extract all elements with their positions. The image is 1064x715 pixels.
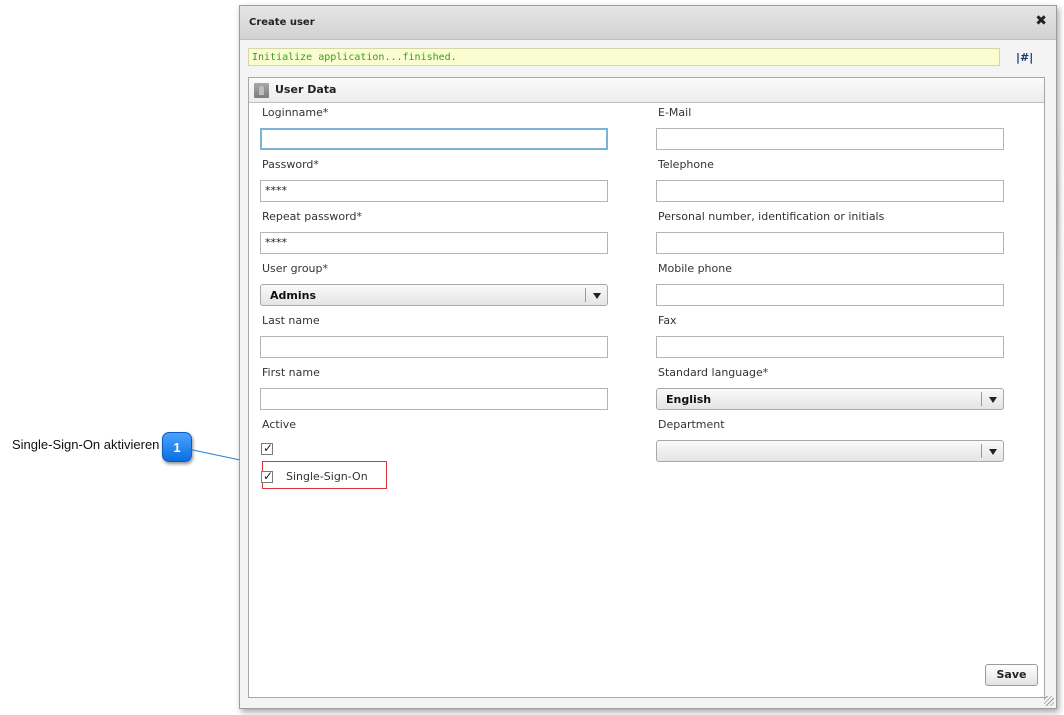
annotation-label: Single-Sign-On aktivieren xyxy=(12,437,160,452)
select-separator xyxy=(981,444,982,458)
fax-input[interactable] xyxy=(656,336,1004,358)
checkmark-icon: ✓ xyxy=(263,469,274,483)
last-name-label: Last name xyxy=(262,314,320,327)
chevron-down-icon xyxy=(593,293,601,299)
save-button[interactable]: Save xyxy=(985,664,1038,686)
user-group-label: User group* xyxy=(262,262,329,275)
first-name-input[interactable] xyxy=(260,388,608,410)
repeat-password-label: Repeat password* xyxy=(262,210,362,223)
select-separator xyxy=(585,288,586,302)
telephone-input[interactable] xyxy=(656,180,1004,202)
last-name-input[interactable] xyxy=(260,336,608,358)
telephone-label: Telephone xyxy=(658,158,714,171)
user-group-value: Admins xyxy=(270,289,316,302)
language-value: English xyxy=(666,393,712,406)
mobile-phone-input[interactable] xyxy=(656,284,1004,306)
sso-label: Single-Sign-On xyxy=(286,470,368,483)
password-label: Password* xyxy=(262,158,319,171)
chevron-down-icon xyxy=(989,397,997,403)
user-data-panel: User Data Loginname* Password* **** Repe… xyxy=(248,77,1045,698)
password-input[interactable]: **** xyxy=(260,180,608,202)
first-name-label: First name xyxy=(262,366,320,379)
checkmark-icon: ✓ xyxy=(263,441,274,455)
close-icon[interactable]: ✖ xyxy=(1035,14,1047,28)
dialog-title: Create user xyxy=(249,17,315,28)
active-label: Active xyxy=(262,418,297,431)
resize-grip-icon[interactable] xyxy=(1044,696,1054,706)
fax-label: Fax xyxy=(658,314,677,327)
personal-number-label: Personal number, identification or initi… xyxy=(658,210,885,223)
panel-header: User Data xyxy=(249,78,1044,103)
select-separator xyxy=(981,392,982,406)
annotation-badge: 1 xyxy=(162,432,192,462)
hash-link[interactable]: |#| xyxy=(1016,51,1033,64)
email-input[interactable] xyxy=(656,128,1004,150)
panel-title: User Data xyxy=(275,83,337,96)
repeat-password-input[interactable]: **** xyxy=(260,232,608,254)
user-group-select[interactable]: Admins xyxy=(260,284,608,306)
status-message: Initialize application...finished. xyxy=(248,48,1000,66)
personal-number-input[interactable] xyxy=(656,232,1004,254)
user-icon xyxy=(254,83,269,98)
create-user-dialog: Create user ✖ Initialize application...f… xyxy=(239,5,1057,709)
mobile-phone-label: Mobile phone xyxy=(658,262,733,275)
department-select[interactable] xyxy=(656,440,1004,462)
loginname-label: Loginname* xyxy=(262,106,329,119)
language-select[interactable]: English xyxy=(656,388,1004,410)
dialog-titlebar[interactable]: Create user ✖ xyxy=(240,6,1056,40)
loginname-input[interactable] xyxy=(260,128,608,150)
department-label: Department xyxy=(658,418,725,431)
email-label: E-Mail xyxy=(658,106,692,119)
sso-checkbox[interactable]: ✓ xyxy=(261,469,274,483)
chevron-down-icon xyxy=(989,449,997,455)
language-label: Standard language* xyxy=(658,366,769,379)
active-checkbox[interactable]: ✓ xyxy=(261,441,274,455)
